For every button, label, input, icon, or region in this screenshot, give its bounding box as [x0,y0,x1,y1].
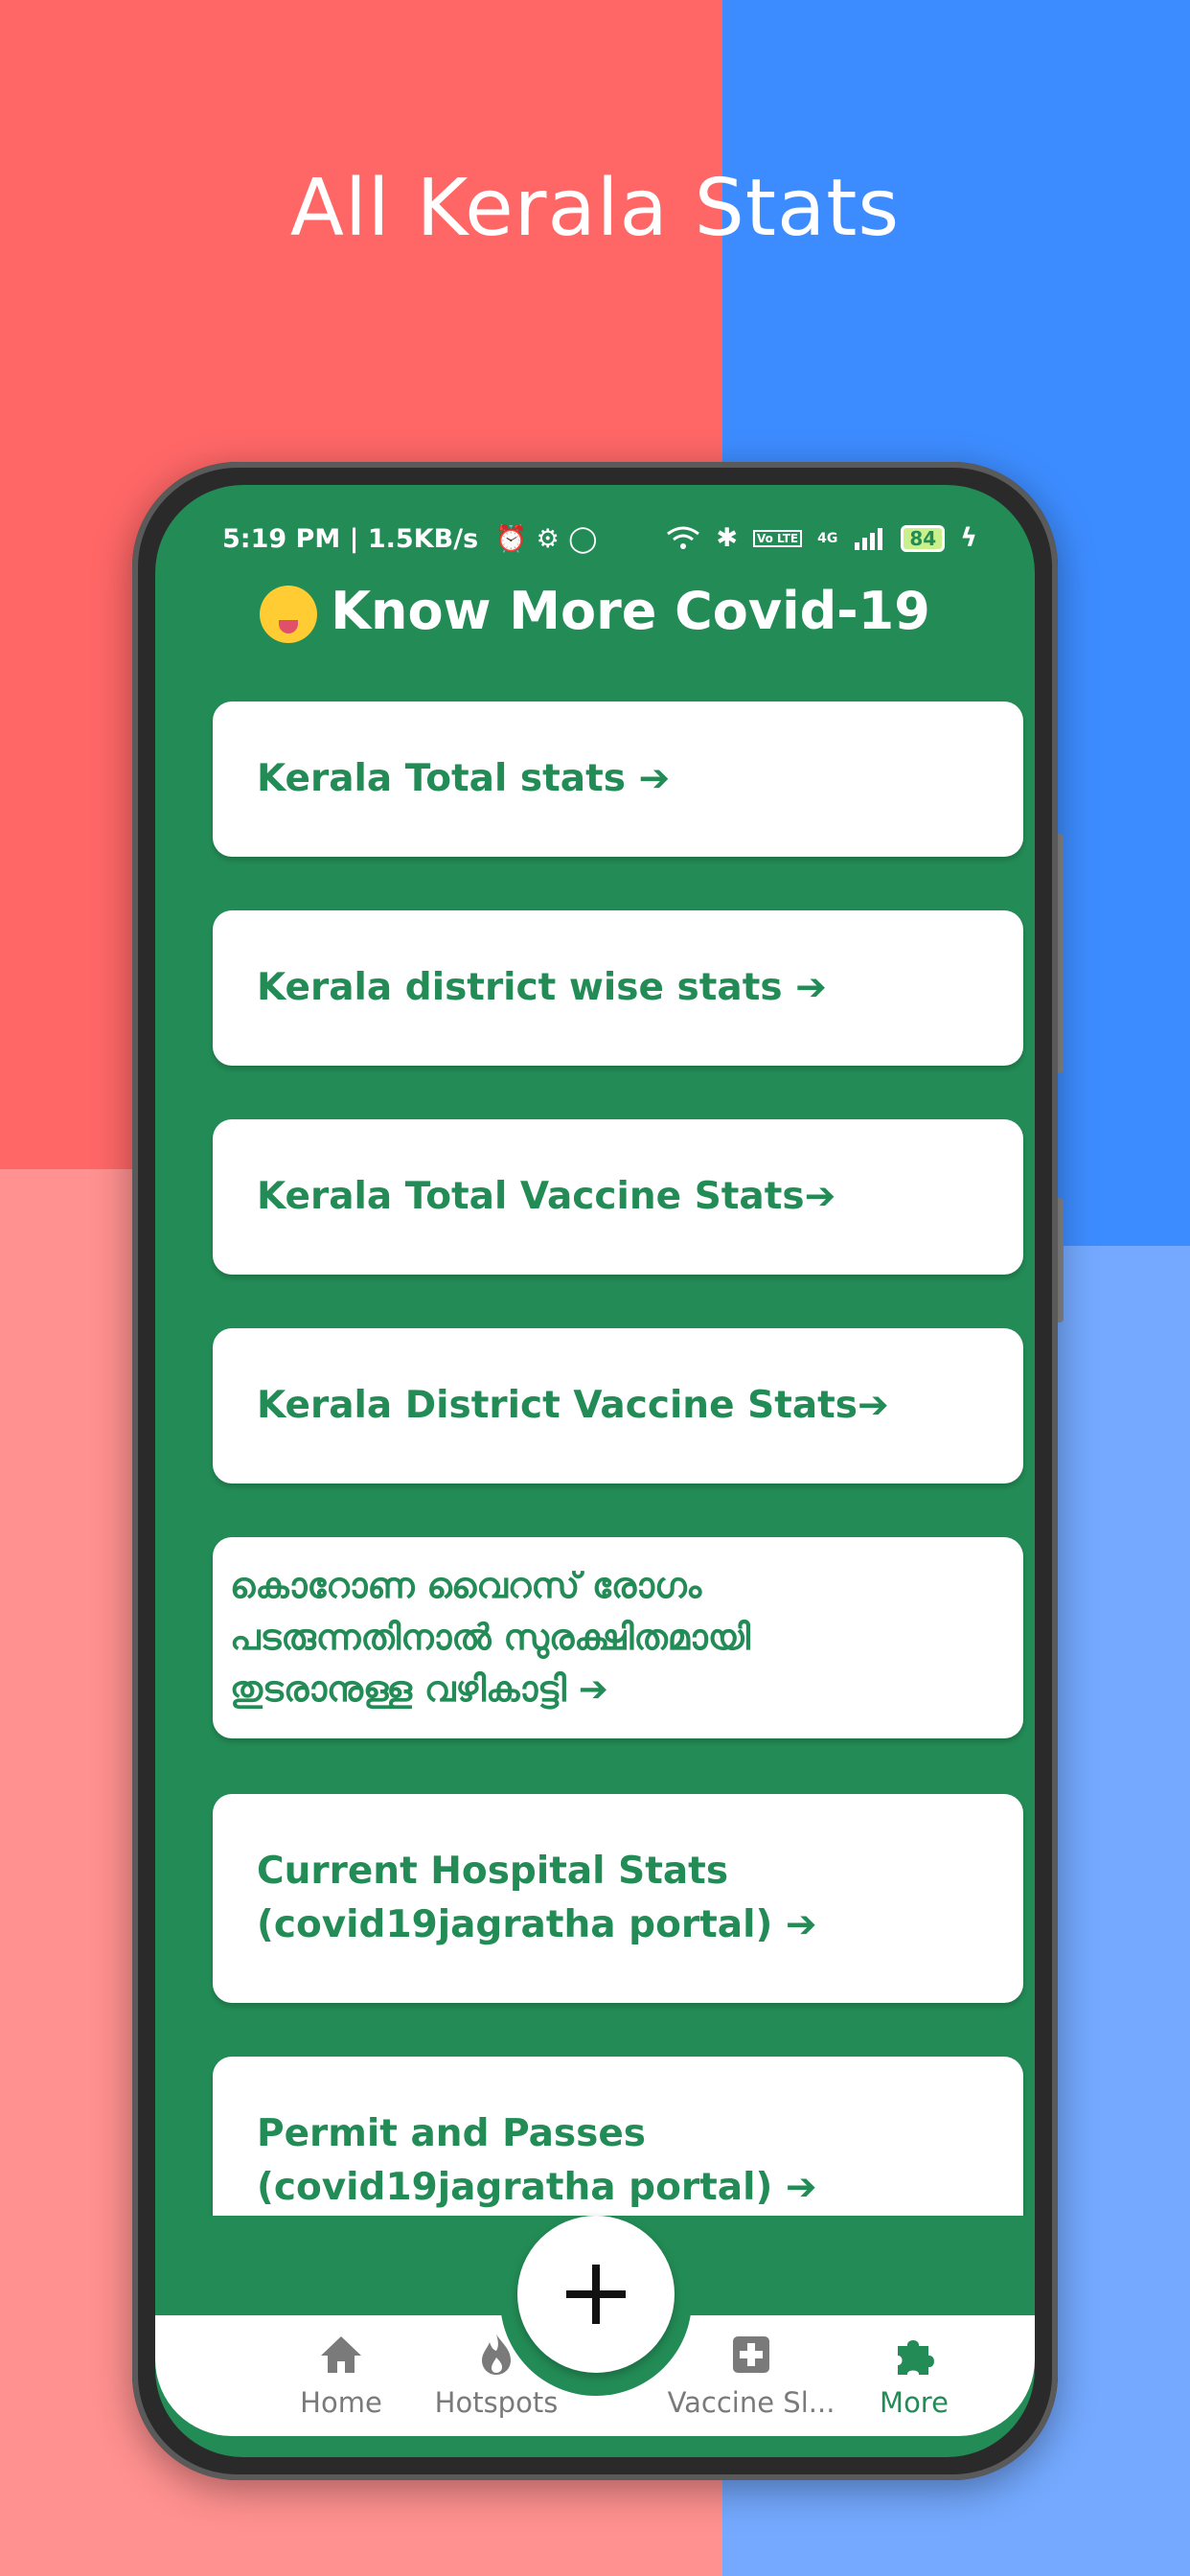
kerala-district-stats-card[interactable]: Kerala district wise stats ➔ [213,910,1023,1066]
kerala-district-vaccine-card[interactable]: Kerala District Vaccine Stats➔ [213,1328,1023,1484]
card-label: Kerala District Vaccine Stats➔ [257,1384,889,1427]
card-line: Permit and Passes [257,2112,647,2155]
kerala-vaccine-stats-card[interactable]: Kerala Total Vaccine Stats➔ [213,1119,1023,1275]
plus-icon [566,2265,626,2324]
card-label: Current Hospital Stats (covid19jagratha … [213,1845,817,1952]
kerala-total-stats-card[interactable]: Kerala Total stats ➔ [213,702,1023,857]
nav-more[interactable]: More [828,2329,1000,2419]
card-label: Kerala Total Vaccine Stats➔ [257,1175,836,1218]
card-label: Kerala Total stats ➔ [257,757,671,800]
nav-vaccine-slots[interactable]: Vaccine Sl... [665,2329,837,2419]
medical-cross-icon [733,2336,769,2373]
card-line: കൊറോണ വൈറസ് രോഗം [230,1565,702,1606]
nav-home-label: Home [300,2386,382,2419]
card-line: (covid19jagratha portal) ➔ [257,1903,817,1946]
home-icon [321,2336,361,2373]
hospital-stats-card[interactable]: Current Hospital Stats (covid19jagratha … [213,1794,1023,2003]
nav-hotspots-label: Hotspots [434,2386,559,2419]
cards-layer: Kerala Total stats ➔ Kerala district wis… [178,485,1058,2220]
permit-passes-card[interactable]: Permit and Passes (covid19jagratha porta… [213,2057,1023,2220]
card-line: പടരുന്നതിനാൽ സുരക്ഷിതമായി [230,1617,751,1658]
card-label: Kerala district wise stats ➔ [257,966,827,1009]
card-line: തുടരാനുള്ള വഴികാട്ടി ➔ [230,1668,608,1710]
add-fab-button[interactable] [517,2216,675,2373]
card-label: കൊറോണ വൈറസ് രോഗം പടരുന്നതിനാൽ സുരക്ഷിതമാ… [213,1560,750,1715]
nav-vaccine-label: Vaccine Sl... [667,2386,835,2419]
nav-more-label: More [880,2386,949,2419]
nav-home[interactable]: Home [255,2329,427,2419]
card-label: Permit and Passes (covid19jagratha porta… [213,2107,817,2215]
puzzle-piece-icon [898,2340,934,2375]
card-line: (covid19jagratha portal) ➔ [257,2166,817,2209]
promo-title: All Kerala Stats [289,163,901,254]
malayalam-guide-card[interactable]: കൊറോണ വൈറസ് രോഗം പടരുന്നതിനാൽ സുരക്ഷിതമാ… [213,1537,1023,1738]
card-line: Current Hospital Stats [257,1850,729,1893]
